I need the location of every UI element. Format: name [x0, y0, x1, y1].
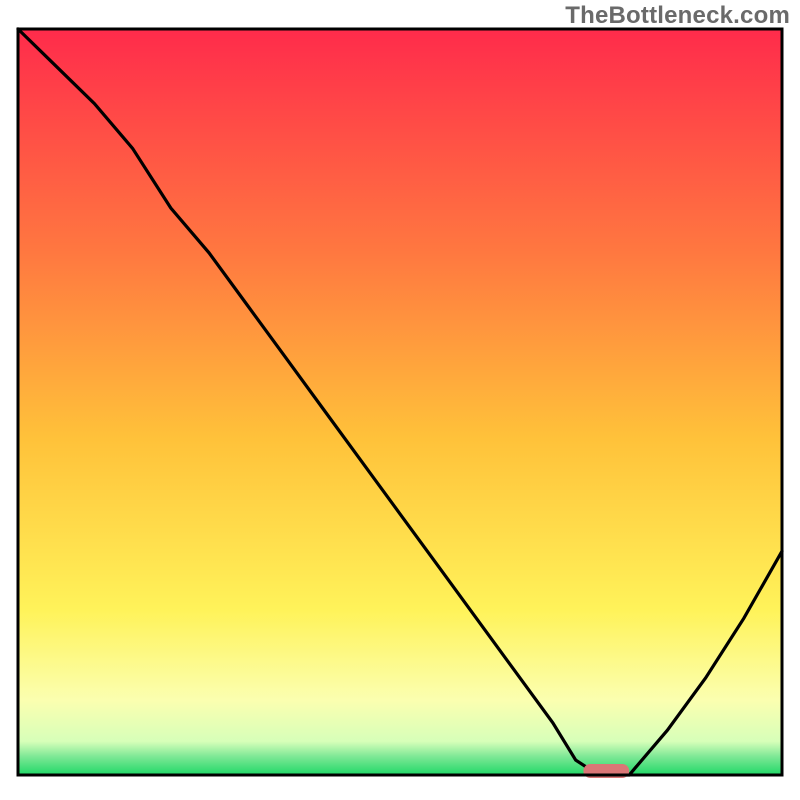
chart-stage: TheBottleneck.com — [0, 0, 800, 800]
bottleneck-chart — [0, 0, 800, 800]
plot-gradient — [18, 29, 782, 775]
